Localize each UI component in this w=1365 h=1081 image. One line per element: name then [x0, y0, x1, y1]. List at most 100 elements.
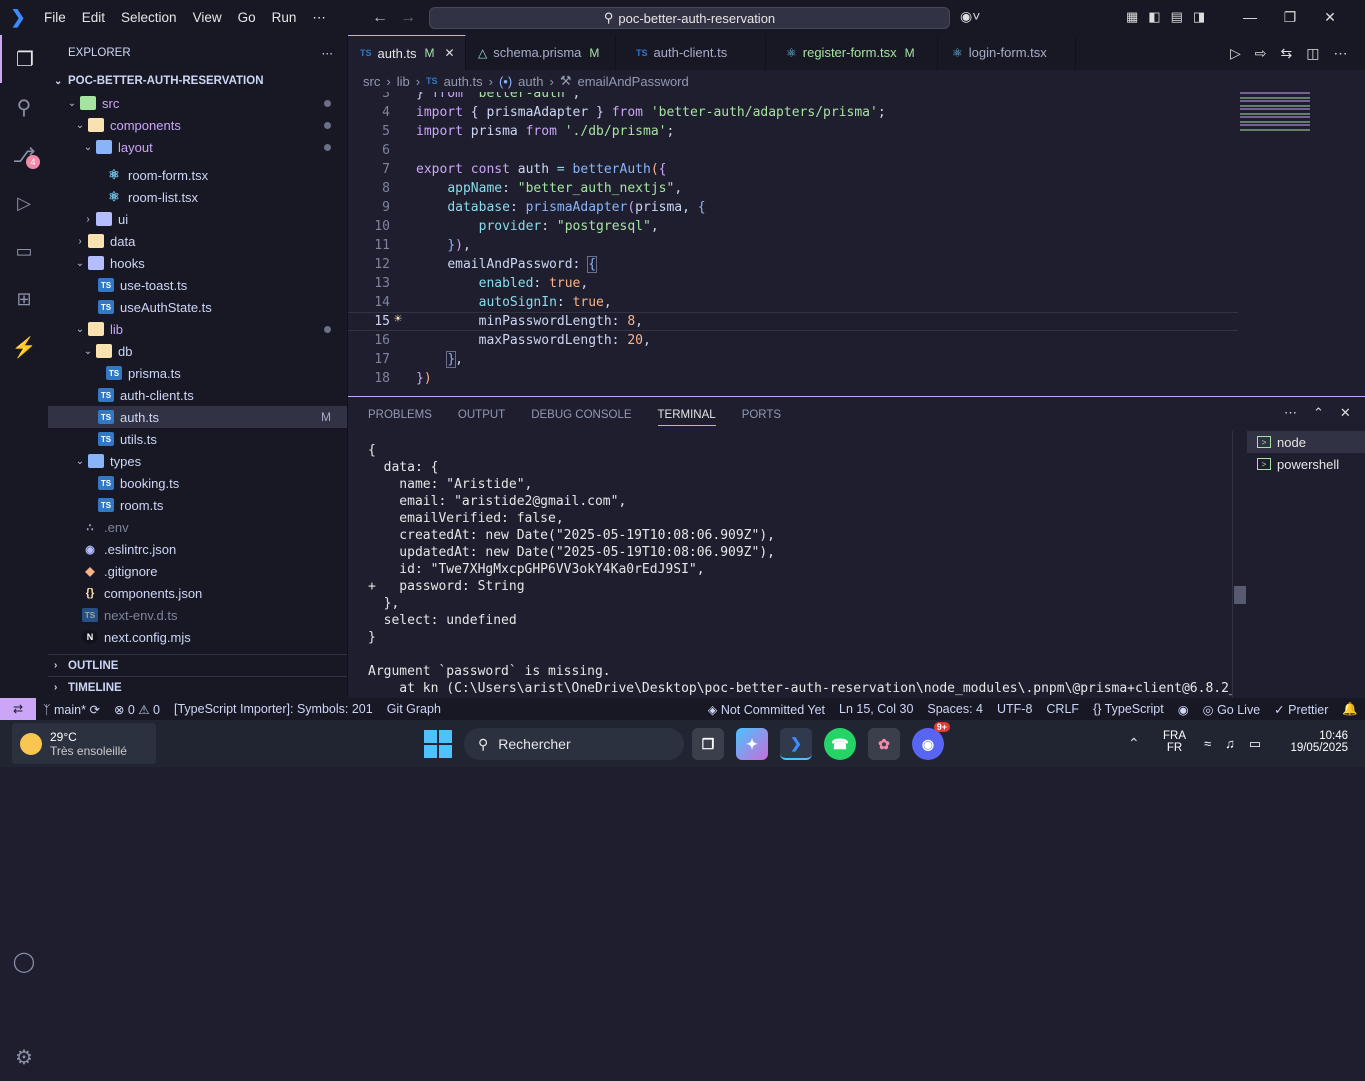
menu-edit[interactable]: Edit	[74, 0, 113, 35]
tree-item-next-env[interactable]: TS next-env.d.ts	[48, 604, 347, 626]
compare-icon[interactable]: ⇆	[1281, 45, 1293, 62]
windows-start-icon[interactable]	[424, 730, 452, 758]
explorer-icon[interactable]: ❐	[0, 35, 48, 83]
volume-icon[interactable]: ♫	[1225, 736, 1235, 752]
maximize-panel-icon[interactable]: ⌃	[1313, 405, 1324, 421]
terminal-scrollbar[interactable]	[1232, 431, 1246, 698]
breadcrumb-file[interactable]: auth.ts	[444, 74, 483, 89]
language-status[interactable]: {} TypeScript	[1086, 702, 1171, 716]
tree-item-env[interactable]: ∴ .env	[48, 516, 347, 538]
close-tab-icon[interactable]: ✕	[445, 46, 455, 60]
code-editor[interactable]: 3} from 'better-auth'; 4 import { prismaA…	[348, 92, 1238, 392]
prettier-status[interactable]: ✓ Prettier	[1267, 702, 1335, 717]
branch-status[interactable]: ᛉ main* ⟳	[36, 702, 107, 717]
cursor-position[interactable]: Ln 15, Col 30	[832, 702, 920, 716]
tree-item-lib[interactable]: ⌄ lib	[48, 318, 347, 340]
tree-item-room[interactable]: TS room.ts	[48, 494, 347, 516]
tree-item-room-form[interactable]: ⚛ room-form.tsx	[48, 164, 347, 186]
command-center[interactable]: ⚲ poc-better-auth-reservation	[429, 7, 950, 29]
tree-item-eslintrc[interactable]: ◉ .eslintrc.json	[48, 538, 347, 560]
tree-item-src[interactable]: ⌄ src	[48, 92, 347, 114]
breadcrumb-lib[interactable]: lib	[397, 74, 410, 89]
split-editor-icon[interactable]: ◫	[1306, 45, 1319, 62]
layout-customize-icon[interactable]: ▦	[1126, 9, 1138, 25]
tree-item-gitignore[interactable]: ◆ .gitignore	[48, 560, 347, 582]
minimap[interactable]	[1240, 92, 1310, 132]
open-changes-icon[interactable]: ⇨	[1255, 45, 1267, 62]
toggle-panel-icon[interactable]: ▤	[1171, 9, 1183, 25]
tree-item-db[interactable]: ⌄ db	[48, 340, 347, 362]
settings-gear-icon[interactable]: ⚙	[0, 1033, 48, 1081]
taskbar-search[interactable]: ⚲ Rechercher	[464, 728, 684, 760]
menu-go[interactable]: Go	[230, 0, 264, 35]
breadcrumb-symbol[interactable]: emailAndPassword	[577, 74, 688, 89]
tree-item-auth-client[interactable]: TS auth-client.ts	[48, 384, 347, 406]
panel-tab-output[interactable]: OUTPUT	[458, 409, 505, 421]
more-actions-icon[interactable]: ⋯	[322, 46, 334, 60]
source-control-icon[interactable]: ⎇ 4	[0, 131, 48, 179]
tree-item-booking[interactable]: TS booking.ts	[48, 472, 347, 494]
workspace-root[interactable]: ⌄ POC-BETTER-AUTH-RESERVATION	[48, 70, 347, 92]
weather-widget[interactable]: 29°C Très ensoleillé	[12, 723, 156, 764]
copilot-app-icon[interactable]: ✦	[736, 728, 768, 760]
tree-item-layout[interactable]: ⌄ layout	[48, 136, 347, 158]
tab-auth-ts[interactable]: TS auth.ts M ✕	[348, 35, 466, 70]
menu-more[interactable]: ⋯	[304, 0, 334, 35]
tree-item-components-json[interactable]: {} components.json	[48, 582, 347, 604]
menu-run[interactable]: Run	[264, 0, 305, 35]
outline-section[interactable]: › OUTLINE	[48, 654, 347, 676]
extensions-icon[interactable]: ⊞	[0, 275, 48, 323]
tab-auth-client[interactable]: TS auth-client.ts	[616, 35, 766, 70]
panel-tab-debug-console[interactable]: DEBUG CONSOLE	[531, 409, 631, 421]
tree-item-utils[interactable]: TS utils.ts	[48, 428, 347, 450]
eol-status[interactable]: CRLF	[1039, 702, 1086, 716]
tab-register-form[interactable]: ⚛ register-form.tsx M	[766, 35, 938, 70]
tree-item-data[interactable]: › data	[48, 230, 347, 252]
go-live-status[interactable]: ◎ Go Live	[1196, 702, 1268, 717]
account-icon[interactable]: ◯	[0, 937, 48, 985]
panel-tab-ports[interactable]: PORTS	[742, 409, 781, 421]
terminal-item-powershell[interactable]: > powershell	[1247, 453, 1365, 475]
wifi-icon[interactable]: ≈	[1204, 736, 1211, 752]
panel-tab-problems[interactable]: PROBLEMS	[368, 409, 432, 421]
close-window-icon[interactable]: ✕	[1310, 9, 1350, 26]
blame-status[interactable]: ◈ Not Committed Yet	[701, 702, 832, 717]
menu-file[interactable]: File	[36, 0, 74, 35]
back-arrow-icon[interactable]: ←	[368, 9, 392, 27]
terminal-item-node[interactable]: > node	[1247, 431, 1365, 453]
toggle-sidebar-icon[interactable]: ◧	[1148, 9, 1160, 25]
tree-item-useauthstate[interactable]: TS useAuthState.ts	[48, 296, 347, 318]
terminal-output[interactable]: { data: { name: "Aristide", email: "aris…	[368, 443, 1238, 698]
encoding-status[interactable]: UTF-8	[990, 702, 1039, 716]
git-graph-status[interactable]: Git Graph	[380, 702, 448, 716]
chevron-up-icon[interactable]: ⌃	[1128, 735, 1140, 752]
minimize-icon[interactable]: —	[1230, 9, 1270, 26]
close-panel-icon[interactable]: ✕	[1340, 405, 1351, 421]
notifications-bell-icon[interactable]: 🔔	[1335, 702, 1365, 717]
copilot-status-icon[interactable]: ◉	[1171, 702, 1196, 717]
tree-item-hooks[interactable]: ⌄ hooks	[48, 252, 347, 274]
breadcrumb-auth[interactable]: auth	[518, 74, 543, 89]
ts-importer-status[interactable]: [TypeScript Importer]: Symbols: 201	[167, 702, 380, 716]
lightning-icon[interactable]: ⚡	[0, 323, 48, 371]
tree-item-ui[interactable]: › ui	[48, 208, 347, 230]
toggle-secondary-sidebar-icon[interactable]: ◨	[1193, 9, 1205, 25]
lightbulb-icon[interactable]: ☀	[394, 312, 402, 327]
panel-tab-terminal[interactable]: TERMINAL	[657, 404, 716, 426]
tree-item-use-toast[interactable]: TS use-toast.ts	[48, 274, 347, 296]
timeline-section[interactable]: › TIMELINE	[48, 676, 347, 698]
tab-schema-prisma[interactable]: △ schema.prisma M	[466, 35, 616, 70]
forward-arrow-icon[interactable]: →	[396, 9, 420, 27]
editor-more-icon[interactable]: ⋯	[1333, 45, 1347, 62]
tree-item-auth-ts[interactable]: TS auth.ts M	[48, 406, 347, 428]
breadcrumb-src[interactable]: src	[363, 74, 380, 89]
remote-indicator-icon[interactable]: ⇄	[0, 698, 36, 720]
problems-status[interactable]: ⊗ 0 ⚠ 0	[107, 702, 167, 717]
menu-view[interactable]: View	[185, 0, 230, 35]
run-debug-icon[interactable]: ▷	[0, 179, 48, 227]
remote-explorer-icon[interactable]: ▭	[0, 227, 48, 275]
tree-item-room-list[interactable]: ⚛ room-list.tsx	[48, 186, 347, 208]
panel-more-icon[interactable]: ⋯	[1284, 405, 1297, 421]
app-icon[interactable]: ✿	[868, 728, 900, 760]
vscode-app-icon[interactable]: ❯	[780, 728, 812, 760]
